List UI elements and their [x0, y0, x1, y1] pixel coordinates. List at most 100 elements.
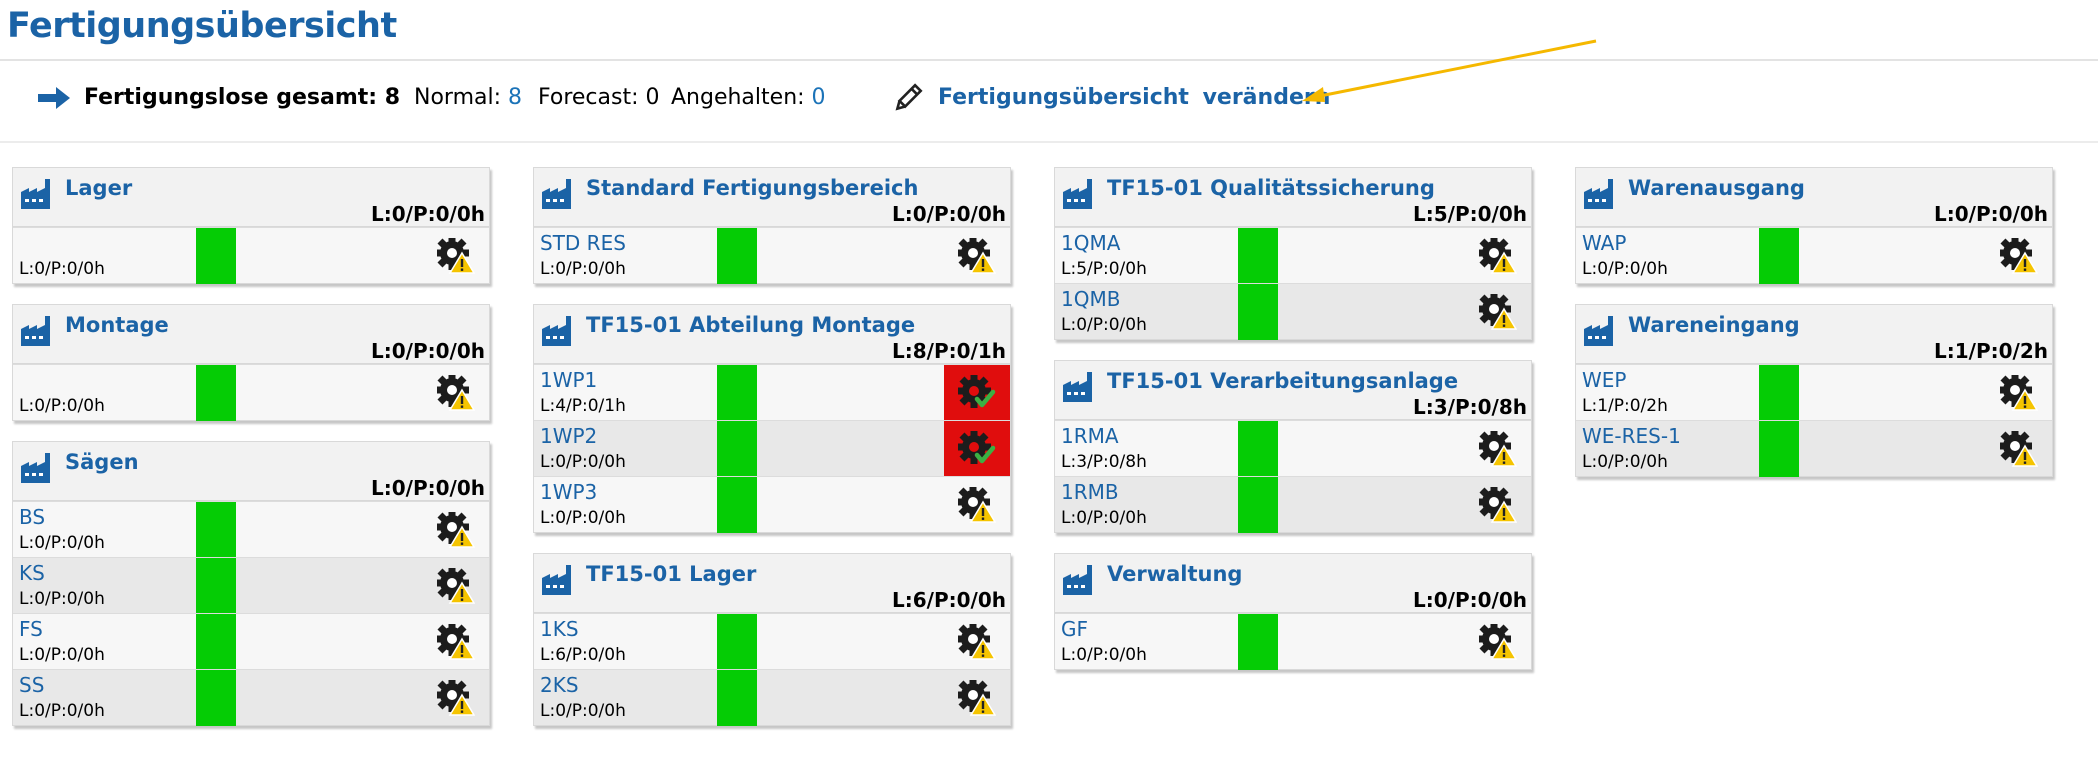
resource-row[interactable]: KS L:0/P:0/0h [13, 557, 489, 614]
resource-row[interactable]: 1RMB L:0/P:0/0h [1055, 476, 1531, 533]
resource-name[interactable]: BS [19, 505, 45, 529]
gear-warning-icon[interactable] [1465, 477, 1531, 533]
halted-value[interactable]: 0 [812, 85, 826, 110]
resource-name[interactable]: 1QMB [1061, 287, 1120, 311]
resource-row[interactable]: 1WP3 L:0/P:0/0h [534, 476, 1010, 533]
work-center-group: TF15-01 Abteilung Montage L:8/P:0/1h 1WP1 L… [533, 304, 1011, 533]
group-stats: L:8/P:0/1h [892, 339, 1006, 363]
factory-icon [1582, 313, 1620, 351]
resource-name[interactable]: 1RMB [1061, 480, 1119, 504]
group-name[interactable]: Wareneingang [1628, 313, 1800, 337]
gear-warning-icon[interactable] [1465, 284, 1531, 340]
gear-check-icon[interactable] [944, 365, 1010, 421]
resource-stats: L:0/P:0/0h [19, 701, 105, 721]
pencil-icon[interactable] [892, 82, 924, 120]
normal-value[interactable]: 8 [508, 85, 522, 110]
group-header: Wareneingang L:1/P:0/2h [1576, 305, 2052, 364]
resource-row[interactable]: L:0/P:0/0h [13, 364, 489, 421]
edit-overview-link[interactable]: Fertigungsübersicht verändern [938, 85, 1330, 110]
group-header: Verwaltung L:0/P:0/0h [1055, 554, 1531, 613]
group-name[interactable]: TF15-01 Qualitätssicherung [1107, 176, 1435, 200]
group-header: Sägen L:0/P:0/0h [13, 442, 489, 501]
resource-row[interactable]: 1WP2 L:0/P:0/0h [534, 420, 1010, 477]
summary-divider [0, 141, 2098, 143]
resource-name[interactable]: 1WP2 [540, 424, 597, 448]
gear-warning-icon[interactable] [1465, 614, 1531, 670]
arrow-right-icon [36, 83, 72, 119]
resource-name[interactable]: KS [19, 561, 45, 585]
gear-warning-icon[interactable] [423, 614, 489, 670]
resource-name[interactable]: 1WP3 [540, 480, 597, 504]
forecast-count: Forecast: 0 [538, 85, 660, 110]
resource-name[interactable]: 1WP1 [540, 368, 597, 392]
resource-row[interactable]: 1RMA L:3/P:0/8h [1055, 420, 1531, 477]
group-header: TF15-01 Qualitätssicherung L:5/P:0/0h [1055, 168, 1531, 227]
gear-warning-icon[interactable] [944, 614, 1010, 670]
group-name[interactable]: Montage [65, 313, 169, 337]
resource-row[interactable]: 1QMA L:5/P:0/0h [1055, 227, 1531, 284]
status-bar [1759, 421, 1799, 477]
gear-warning-icon[interactable] [944, 228, 1010, 284]
gear-warning-icon[interactable] [423, 670, 489, 726]
factory-icon [1582, 176, 1620, 214]
resource-row[interactable]: L:0/P:0/0h [13, 227, 489, 284]
gear-warning-icon[interactable] [1986, 365, 2052, 421]
group-stats: L:0/P:0/0h [371, 339, 485, 363]
group-header: TF15-01 Abteilung Montage L:8/P:0/1h [534, 305, 1010, 364]
group-header: Standard Fertigungsbereich L:0/P:0/0h [534, 168, 1010, 227]
resource-name[interactable]: SS [19, 673, 44, 697]
group-name[interactable]: TF15-01 Lager [586, 562, 756, 586]
group-name[interactable]: Warenausgang [1628, 176, 1805, 200]
group-name[interactable]: Verwaltung [1107, 562, 1242, 586]
resource-row[interactable]: WE-RES-1 L:0/P:0/0h [1576, 420, 2052, 477]
gear-warning-icon[interactable] [1986, 228, 2052, 284]
resource-row[interactable]: SS L:0/P:0/0h [13, 669, 489, 726]
factory-icon [1061, 562, 1099, 600]
resource-name[interactable]: GF [1061, 617, 1088, 641]
resource-name[interactable]: 1QMA [1061, 231, 1120, 255]
resource-stats: L:0/P:0/0h [19, 589, 105, 609]
resource-row[interactable]: WAP L:0/P:0/0h [1576, 227, 2052, 284]
resource-name[interactable]: FS [19, 617, 43, 641]
gear-warning-icon[interactable] [944, 477, 1010, 533]
gear-warning-icon[interactable] [423, 502, 489, 558]
resource-row[interactable]: 1WP1 L:4/P:0/1h [534, 364, 1010, 421]
gear-warning-icon[interactable] [944, 670, 1010, 726]
resource-name[interactable]: STD RES [540, 231, 626, 255]
resource-stats: L:0/P:0/0h [19, 533, 105, 553]
resource-name[interactable]: WAP [1582, 231, 1626, 255]
group-name[interactable]: Lager [65, 176, 132, 200]
group-name[interactable]: Sägen [65, 450, 139, 474]
gear-check-icon[interactable] [944, 421, 1010, 477]
gear-warning-icon[interactable] [1465, 228, 1531, 284]
gear-warning-icon[interactable] [423, 228, 489, 284]
group-name[interactable]: TF15-01 Verarbeitungsanlage [1107, 369, 1458, 393]
total-lots-label: Fertigungslose gesamt: 8 [84, 85, 401, 110]
status-bar [1238, 228, 1278, 284]
group-stats: L:0/P:0/0h [1413, 588, 1527, 612]
resource-name[interactable]: 1KS [540, 617, 579, 641]
resource-row[interactable]: STD RES L:0/P:0/0h [534, 227, 1010, 284]
gear-warning-icon[interactable] [1986, 421, 2052, 477]
resource-name[interactable]: WE-RES-1 [1582, 424, 1681, 448]
resource-row[interactable]: WEP L:1/P:0/2h [1576, 364, 2052, 421]
gear-warning-icon[interactable] [1465, 421, 1531, 477]
gear-warning-icon[interactable] [423, 558, 489, 614]
group-name[interactable]: Standard Fertigungsbereich [586, 176, 918, 200]
resource-name[interactable]: 2KS [540, 673, 579, 697]
resource-name[interactable]: 1RMA [1061, 424, 1119, 448]
status-bar [1238, 284, 1278, 340]
resource-stats: L:0/P:0/0h [19, 259, 105, 279]
resource-row[interactable]: FS L:0/P:0/0h [13, 613, 489, 670]
resource-row[interactable]: BS L:0/P:0/0h [13, 501, 489, 558]
resource-row[interactable]: 2KS L:0/P:0/0h [534, 669, 1010, 726]
resource-row[interactable]: 1QMB L:0/P:0/0h [1055, 283, 1531, 340]
factory-icon [19, 450, 57, 488]
group-name[interactable]: TF15-01 Abteilung Montage [586, 313, 915, 337]
resource-stats: L:0/P:0/0h [1582, 259, 1668, 279]
gear-warning-icon[interactable] [423, 365, 489, 421]
resource-row[interactable]: GF L:0/P:0/0h [1055, 613, 1531, 670]
resource-name[interactable]: WEP [1582, 368, 1626, 392]
resource-stats: L:0/P:0/0h [1582, 452, 1668, 472]
resource-row[interactable]: 1KS L:6/P:0/0h [534, 613, 1010, 670]
